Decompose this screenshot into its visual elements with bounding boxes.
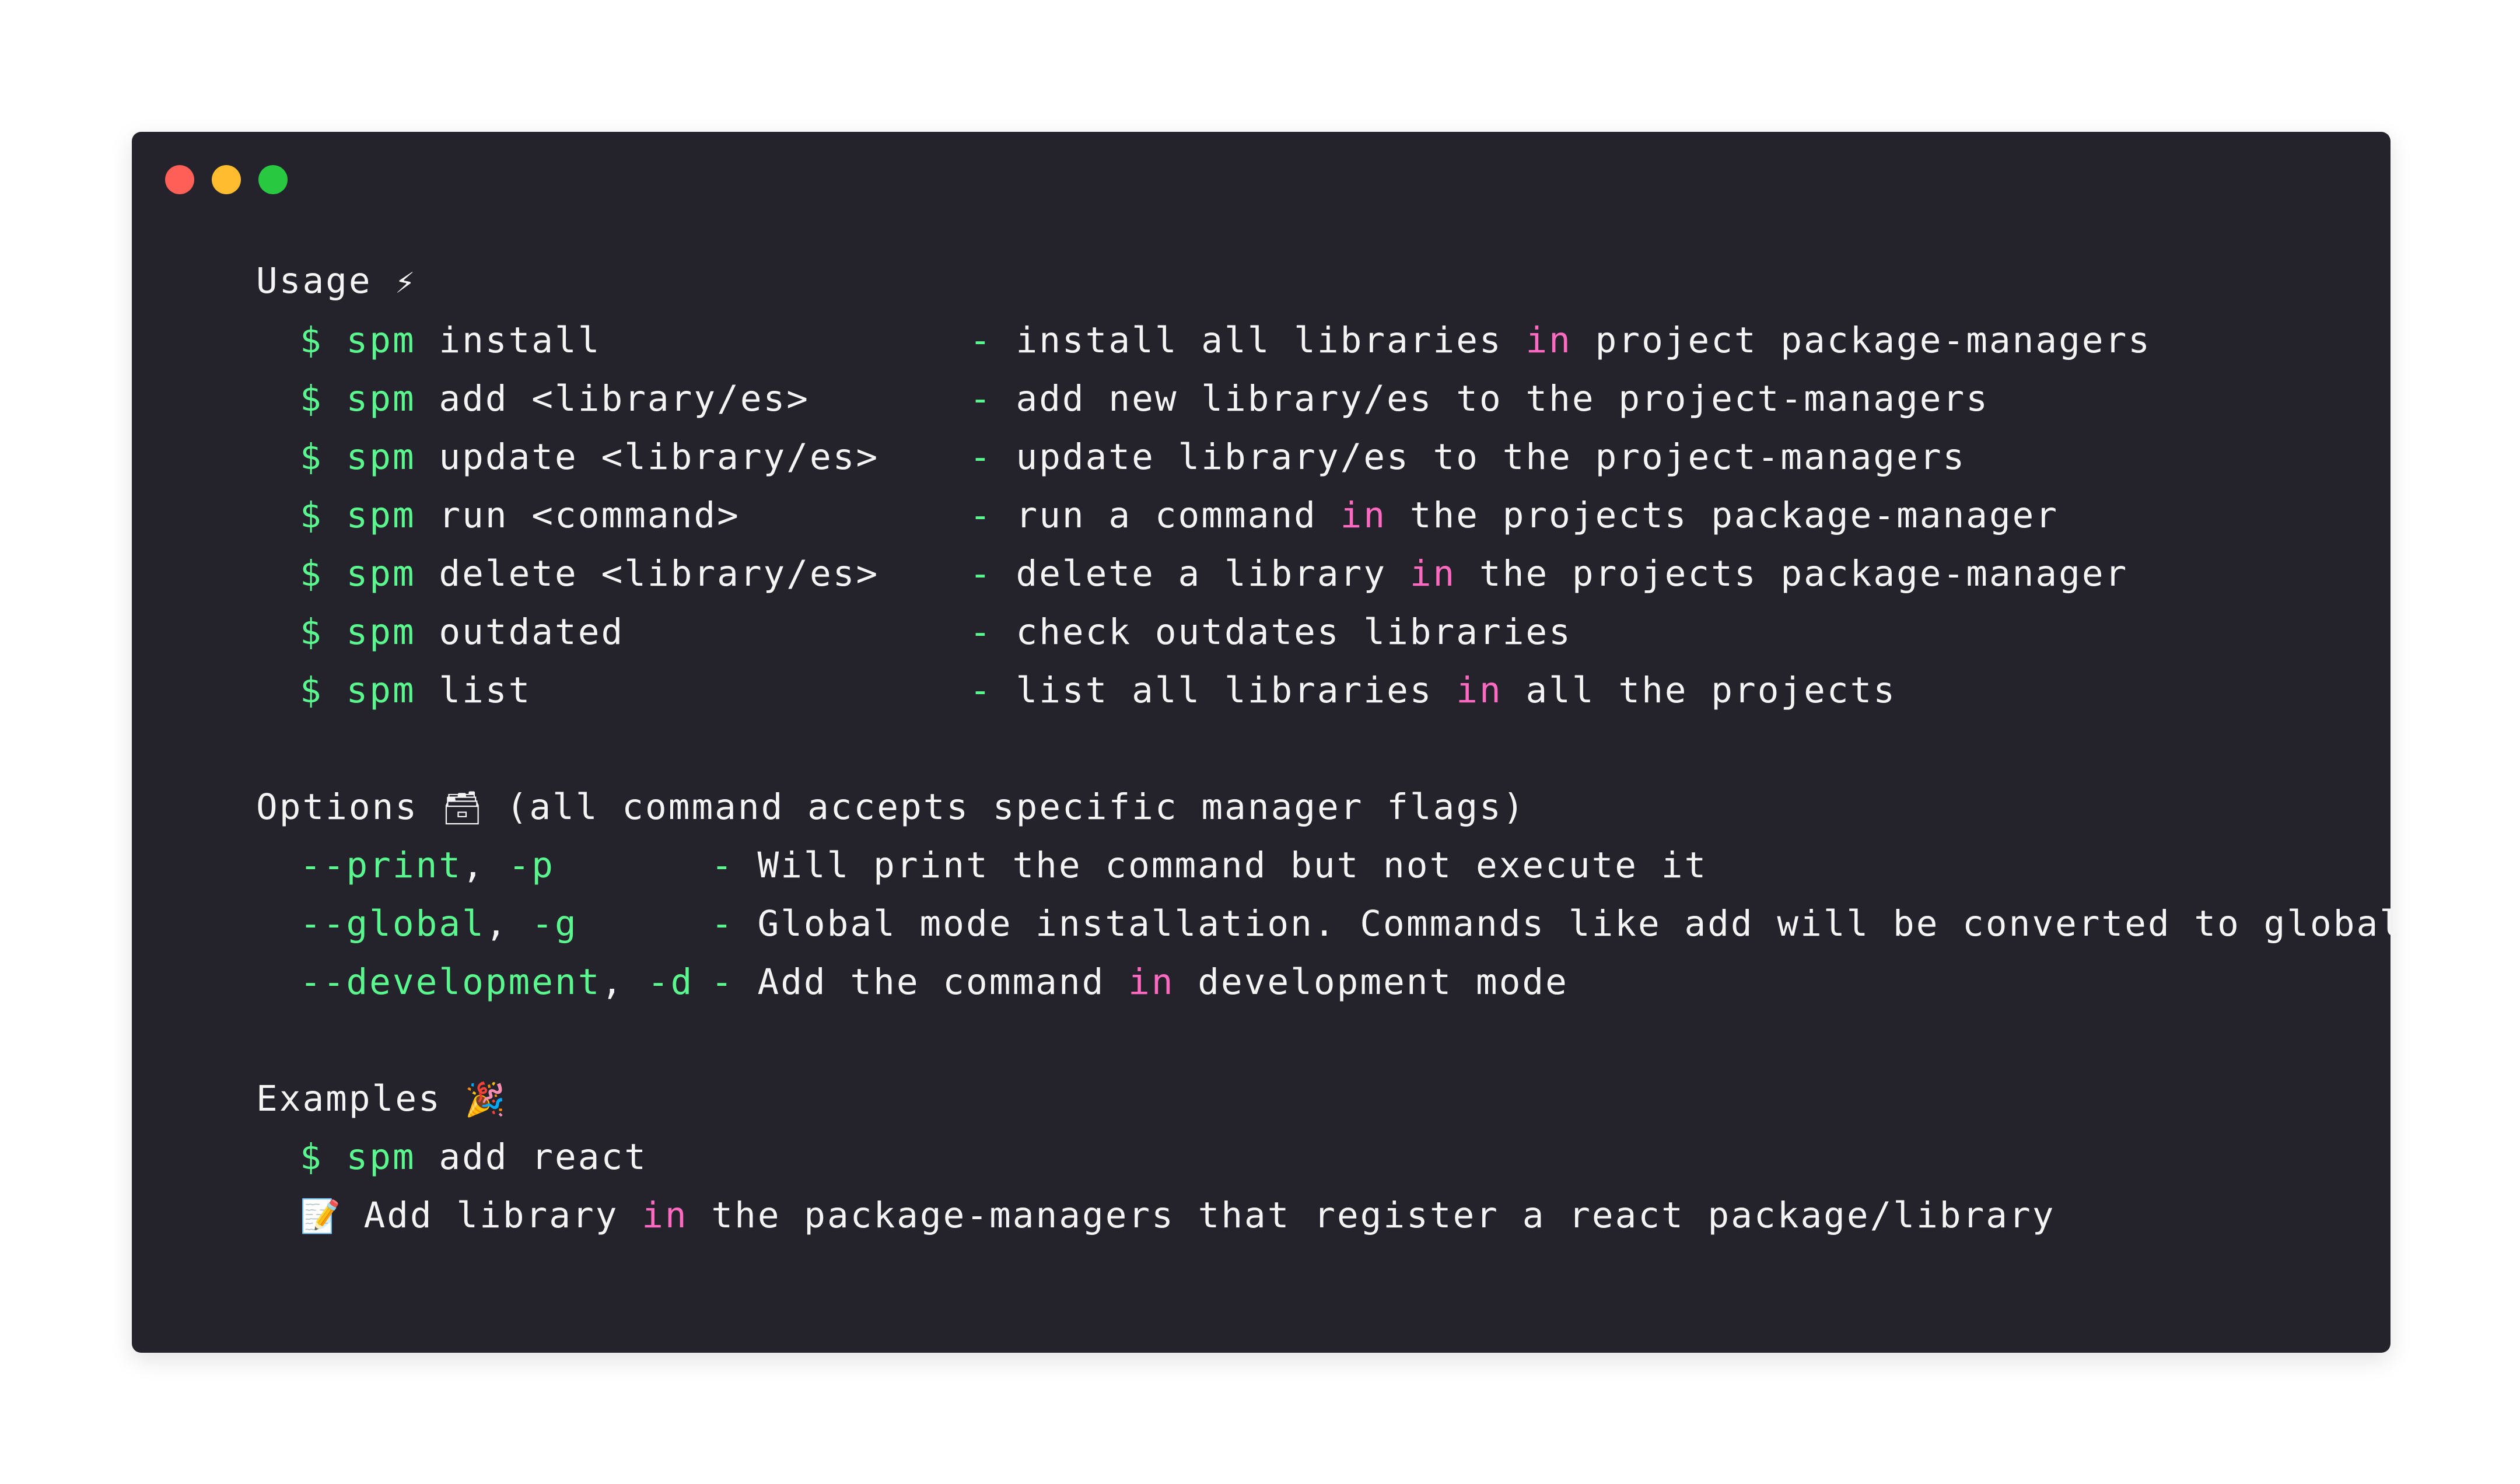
usage-command-row: $ spm install <box>300 320 601 361</box>
usage-heading-text: Usage <box>256 260 372 302</box>
usage-command-desc: - list all libraries in all the projects <box>970 670 1897 711</box>
usage-command-desc: - install all libraries in project packa… <box>970 320 2152 361</box>
examples-heading: Examples 🎉 <box>256 1081 505 1116</box>
option-flag-desc: - Will print the command but not execute… <box>711 845 1708 886</box>
card-file-box-icon: 🗃 <box>441 789 483 827</box>
option-flag: --global, -g <box>300 903 578 944</box>
usage-command-desc: - update library/es to the project-manag… <box>970 436 1966 478</box>
example-command: $ spm add react <box>300 1136 648 1178</box>
terminal-output: Usage ⚡ $ spm install - install all libr… <box>132 132 2401 1353</box>
options-heading-note: (all command accepts specific manager fl… <box>506 786 1526 828</box>
usage-command-row: $ spm outdated <box>300 611 625 653</box>
terminal-window: Usage ⚡ $ spm install - install all libr… <box>132 132 2401 1353</box>
usage-command-desc: - add new library/es to the project-mana… <box>970 378 1989 419</box>
options-heading-text: Options <box>256 786 419 828</box>
usage-command-row: $ spm add <library/es> <box>300 378 810 419</box>
party-popper-icon: 🎉 <box>464 1081 506 1119</box>
memo-icon: 📝 <box>300 1198 341 1236</box>
usage-command-desc: - run a command in the projects package-… <box>970 495 2059 536</box>
options-heading: Options 🗃 (all command accepts specific … <box>256 789 1526 825</box>
option-flag: --development, -d <box>300 961 694 1003</box>
lightning-icon: ⚡ <box>395 263 415 301</box>
examples-heading-text: Examples <box>256 1078 442 1119</box>
usage-command-row: $ spm delete <library/es> <box>300 553 880 594</box>
usage-command-desc: - delete a library in the projects packa… <box>970 553 2129 594</box>
option-flag-desc: - Add the command in development mode <box>711 961 1569 1003</box>
option-flag: --print, -p <box>300 845 555 886</box>
option-flag-desc: - Global mode installation. Commands lik… <box>711 903 2403 944</box>
usage-command-row: $ spm list <box>300 670 532 711</box>
usage-command-row: $ spm run <command> <box>300 495 740 536</box>
example-note: 📝 Add library in the package-managers th… <box>300 1195 2056 1236</box>
usage-command-desc: - check outdates libraries <box>970 611 1572 653</box>
usage-heading: Usage ⚡ <box>256 263 415 299</box>
usage-command-row: $ spm update <library/es> <box>300 436 880 478</box>
